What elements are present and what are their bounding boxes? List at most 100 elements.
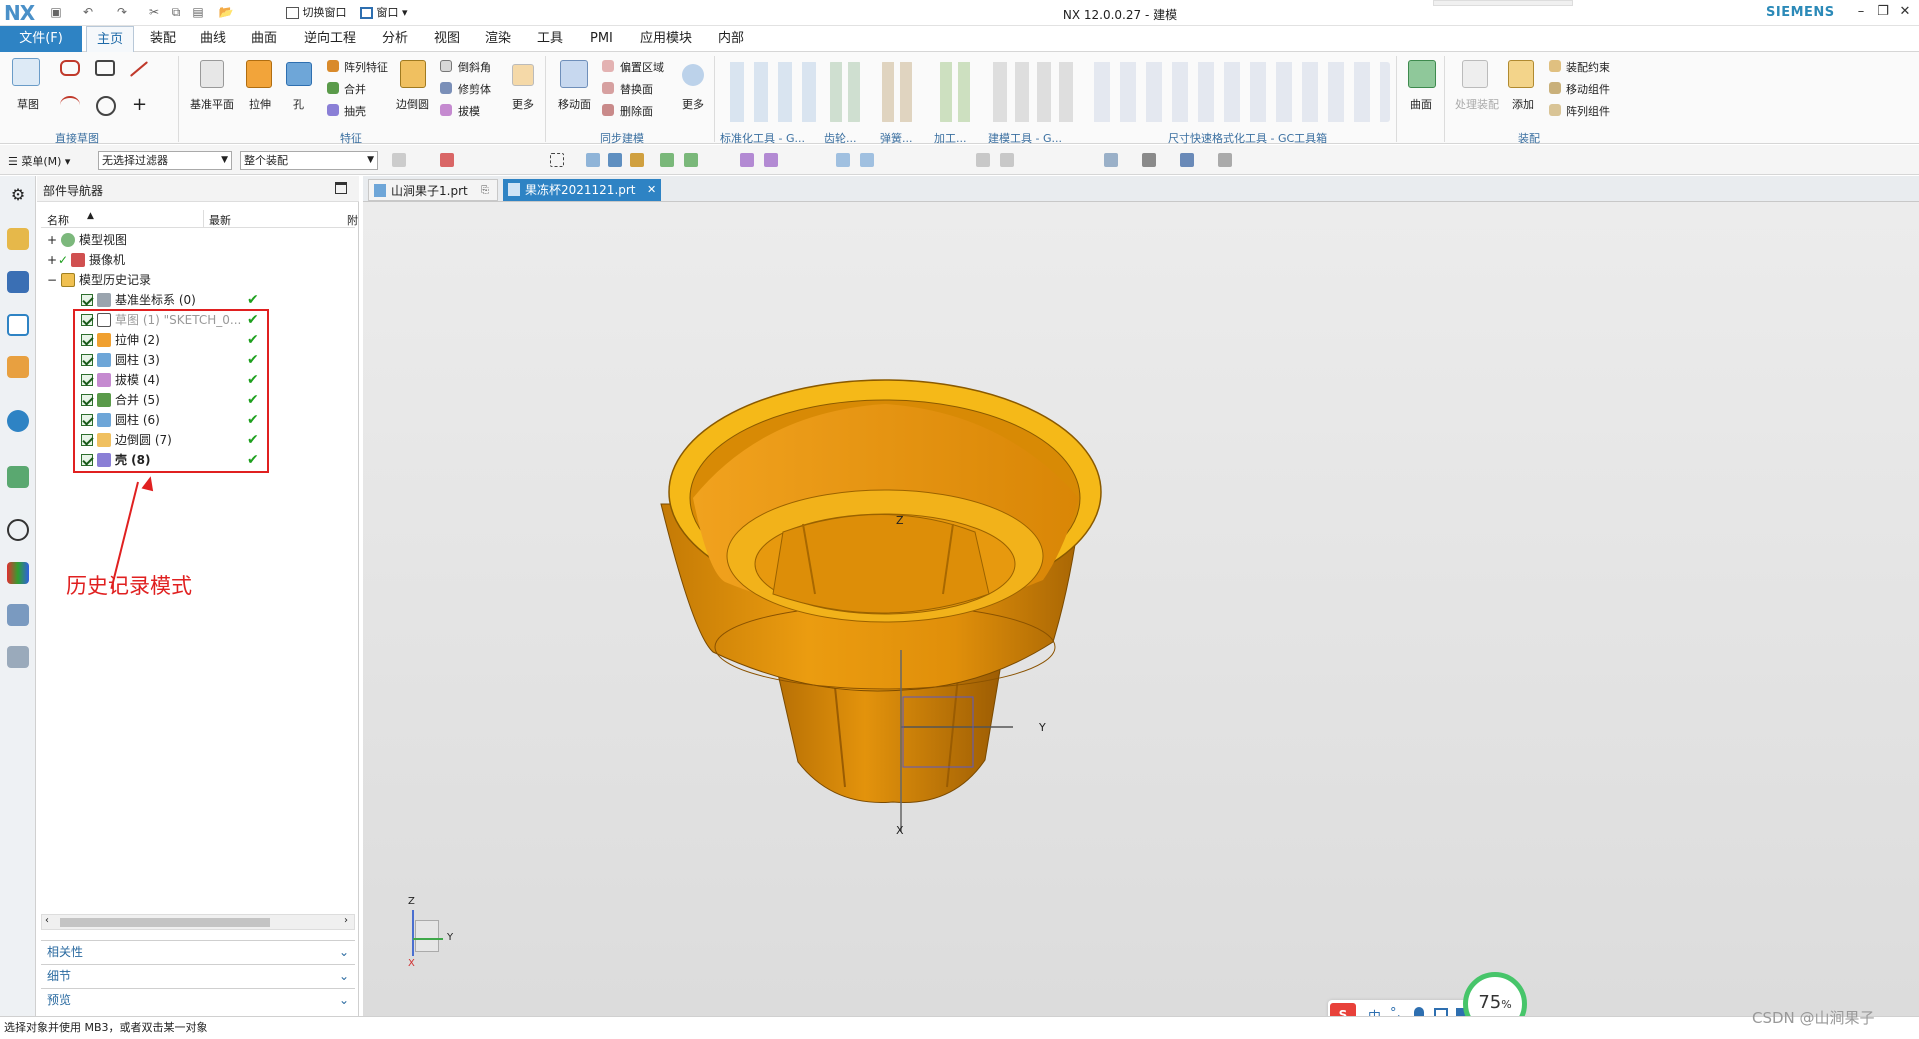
graphics-viewport[interactable]: Z Y X Z Y X: [363, 202, 1919, 1016]
copy-icon[interactable]: ⧉: [168, 4, 184, 20]
redo-icon[interactable]: ↷: [114, 4, 130, 20]
center-snap-icon[interactable]: [836, 153, 850, 167]
midpoint-snap-icon[interactable]: [684, 153, 698, 167]
render-style-icon[interactable]: [1142, 153, 1156, 167]
replace-face-button[interactable]: 替换面: [620, 81, 653, 97]
edge-blend-button[interactable]: 边倒圆: [396, 96, 429, 112]
expand-icon[interactable]: +: [47, 250, 57, 270]
tab-curve[interactable]: 曲线: [190, 26, 236, 52]
more-features-button[interactable]: 更多: [512, 96, 534, 112]
menu-button[interactable]: ☰ 菜单(M) ▾: [8, 153, 70, 169]
circle-icon[interactable]: [96, 96, 116, 116]
view-orient-icon[interactable]: [1180, 153, 1194, 167]
panel-dependencies[interactable]: 相关性 ⌄: [41, 940, 355, 962]
view-tool-icon[interactable]: [976, 153, 990, 167]
intersection-snap-icon[interactable]: [860, 153, 874, 167]
tab-internal[interactable]: 内部: [708, 26, 754, 52]
horizontal-scrollbar[interactable]: ‹ ›: [41, 914, 355, 930]
tab-assembly[interactable]: 装配: [140, 26, 186, 52]
constraint-navigator-icon[interactable]: [7, 271, 29, 293]
tab-pmi[interactable]: PMI: [580, 26, 623, 52]
unite-button[interactable]: 合并: [344, 81, 366, 97]
reuse-library-icon[interactable]: [7, 356, 29, 378]
assembly-constraint-button[interactable]: 装配约束: [1566, 59, 1610, 75]
dimension-format-tools-icons[interactable]: [1090, 62, 1390, 122]
web-browser-icon[interactable]: [7, 410, 29, 432]
standardization-tools-icons[interactable]: [726, 62, 818, 122]
part-navigator-icon[interactable]: [7, 314, 29, 336]
datum-plane-button[interactable]: 基准平面: [190, 96, 234, 112]
rectangle-select-icon[interactable]: [550, 153, 564, 167]
paste-icon[interactable]: ▤: [190, 4, 206, 20]
arc-icon[interactable]: [60, 96, 80, 114]
rotate-view-icon[interactable]: [1000, 153, 1014, 167]
window-menu-button[interactable]: 窗口 ▾: [360, 4, 408, 20]
work-view-icon[interactable]: [1218, 153, 1232, 167]
spline-snap-icon[interactable]: [764, 153, 778, 167]
open-icon[interactable]: 📂: [218, 4, 234, 20]
restore-icon[interactable]: ❐: [1872, 3, 1894, 21]
spring-tools-icons[interactable]: [880, 62, 914, 122]
system-scene-icon[interactable]: [7, 646, 29, 668]
sketch-button[interactable]: 草图: [17, 96, 39, 112]
snap-point-icon[interactable]: [630, 153, 644, 167]
tree-item-feature[interactable]: 基准坐标系 (0) ✔: [41, 290, 355, 310]
profile-icon[interactable]: [60, 60, 80, 76]
role-icon[interactable]: [7, 604, 29, 626]
cup-model[interactable]: [363, 202, 1919, 1016]
curve-snap-icon[interactable]: [740, 153, 754, 167]
trim-body-button[interactable]: 修剪体: [458, 81, 491, 97]
delete-face-button[interactable]: 删除面: [620, 103, 653, 119]
pattern-component-button[interactable]: 阵列组件: [1566, 103, 1610, 119]
close-icon[interactable]: ✕: [1894, 3, 1916, 21]
tab-render[interactable]: 渲染: [475, 26, 521, 52]
move-component-button[interactable]: 移动组件: [1566, 81, 1610, 97]
clock-icon[interactable]: [7, 519, 29, 541]
panel-preview[interactable]: 预览 ⌄: [41, 988, 355, 1010]
view-triad[interactable]: Z Y X: [403, 896, 483, 982]
gear-icon[interactable]: ⚙: [7, 184, 29, 206]
line-icon[interactable]: [129, 61, 149, 77]
process-assembly-button[interactable]: 处理装配: [1455, 96, 1499, 112]
doc-tab-jelly-cup[interactable]: 果冻杯2021121.prt ✕: [503, 179, 661, 201]
solid-select-icon[interactable]: [586, 153, 600, 167]
history-icon[interactable]: [7, 466, 29, 488]
column-extra[interactable]: 附: [347, 212, 358, 228]
machining-tools-icons[interactable]: [938, 62, 974, 122]
tab-application[interactable]: 应用模块: [630, 26, 702, 52]
expand-icon[interactable]: +: [47, 230, 57, 250]
undo-icon[interactable]: ↶: [80, 4, 96, 20]
body-select-icon[interactable]: [608, 153, 622, 167]
scroll-right-icon[interactable]: ›: [344, 915, 348, 926]
tab-surface[interactable]: 曲面: [241, 26, 287, 52]
panel-details[interactable]: 细节 ⌄: [41, 964, 355, 986]
shell-button[interactable]: 抽壳: [344, 103, 366, 119]
more-sync-button[interactable]: 更多: [682, 96, 704, 112]
chamfer-button[interactable]: 倒斜角: [458, 59, 491, 75]
tab-file[interactable]: 文件(F): [0, 26, 82, 52]
extrude-button[interactable]: 拉伸: [249, 96, 271, 112]
collapse-icon[interactable]: −: [47, 270, 57, 290]
assembly-navigator-icon[interactable]: [7, 228, 29, 250]
tab-tools[interactable]: 工具: [527, 26, 573, 52]
gear-tools-icons[interactable]: [828, 62, 862, 122]
column-name[interactable]: 名称: [47, 212, 69, 228]
tree-item-model-history[interactable]: − 模型历史记录: [41, 270, 355, 290]
selection-scope-select[interactable]: 整个装配 ▼: [240, 151, 378, 170]
tab-view[interactable]: 视图: [424, 26, 470, 52]
scrollbar-thumb[interactable]: [60, 918, 270, 927]
doc-tab-shanjian[interactable]: 山涧果子1.prt ⎘: [368, 179, 498, 201]
tab-home[interactable]: 主页: [86, 26, 135, 52]
sort-ascending-icon[interactable]: ▲: [87, 211, 94, 221]
switch-window-button[interactable]: 切换窗口: [286, 4, 347, 20]
tree-item-cameras[interactable]: + ✓ 摄像机: [41, 250, 355, 270]
hole-button[interactable]: 孔: [293, 96, 304, 112]
draft-button[interactable]: 拔模: [458, 103, 480, 119]
tab-analysis[interactable]: 分析: [372, 26, 418, 52]
tree-item-model-views[interactable]: + 模型视图: [41, 230, 355, 250]
visibility-checkbox[interactable]: [81, 294, 93, 306]
point-icon[interactable]: +: [132, 94, 147, 115]
move-face-button[interactable]: 移动面: [558, 96, 591, 112]
minimize-icon[interactable]: –: [1850, 3, 1872, 21]
rectangle-icon[interactable]: [95, 60, 115, 76]
